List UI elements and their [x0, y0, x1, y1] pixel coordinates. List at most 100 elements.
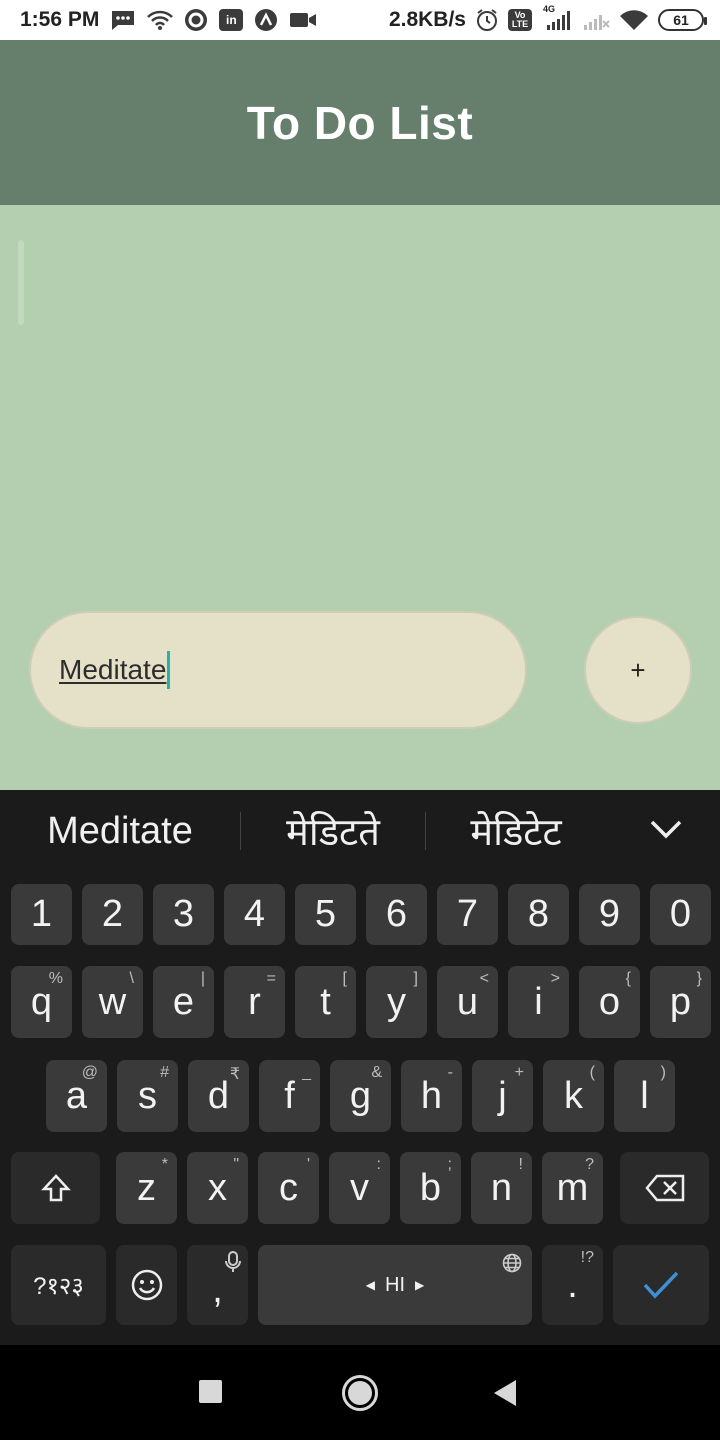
key-s-hint: #	[160, 1064, 169, 1081]
key-y-hint: ]	[413, 970, 418, 987]
comma-label: ,	[212, 1268, 223, 1311]
space-key[interactable]: ◀ HI ▶	[258, 1245, 532, 1325]
key-t[interactable]: t[	[295, 966, 356, 1038]
signal-4g-icon: 4G	[541, 4, 573, 32]
key-5-label: 5	[314, 893, 337, 935]
backspace-icon	[644, 1174, 684, 1202]
key-o[interactable]: o{	[579, 966, 640, 1038]
add-todo-button[interactable]: +	[584, 616, 692, 724]
period-hint: !?	[580, 1249, 594, 1266]
key-y-label: y	[387, 980, 406, 1023]
key-b-hint: ;	[447, 1156, 452, 1173]
key-0[interactable]: 0	[650, 884, 711, 945]
app-a-icon	[254, 8, 278, 32]
signal-4g-label: 4G	[543, 4, 556, 14]
key-4-label: 4	[243, 893, 266, 935]
alarm-icon	[475, 8, 499, 32]
key-v[interactable]: v:	[329, 1152, 390, 1224]
key-j[interactable]: j +	[472, 1060, 533, 1132]
key-1[interactable]: 1	[11, 884, 72, 945]
key-u[interactable]: u <	[437, 966, 498, 1038]
suggestion-1[interactable]: Meditate	[0, 810, 240, 853]
key-s-label: s	[138, 1074, 157, 1117]
key-c-hint: '	[306, 1156, 310, 1173]
key-n-label: n	[490, 1166, 513, 1209]
key-w-hint: \	[129, 970, 134, 987]
backspace-key[interactable]	[620, 1152, 709, 1224]
todo-list-area: Meditate +	[0, 205, 720, 790]
key-6-label: 6	[385, 893, 408, 935]
key-p-label: p	[669, 980, 692, 1023]
key-2[interactable]: 2	[82, 884, 143, 945]
comma-key[interactable]: ,	[187, 1245, 248, 1325]
chevron-down-icon[interactable]	[646, 812, 686, 848]
symbols-key[interactable]: ?१२३	[11, 1245, 106, 1325]
key-m[interactable]: m?	[542, 1152, 603, 1224]
video-camera-icon	[289, 8, 317, 32]
key-i-label: i	[534, 980, 543, 1023]
key-e-label: e	[172, 980, 195, 1023]
key-k[interactable]: k(	[543, 1060, 604, 1132]
key-6[interactable]: 6	[366, 884, 427, 945]
key-b[interactable]: b;	[400, 1152, 461, 1224]
key-4[interactable]: 4	[224, 884, 285, 945]
key-c[interactable]: c '	[258, 1152, 319, 1224]
text-cursor	[167, 651, 171, 689]
key-x[interactable]: x "	[187, 1152, 248, 1224]
key-9-label: 9	[598, 893, 621, 935]
key-e[interactable]: e |	[153, 966, 214, 1038]
message-icon	[110, 8, 136, 32]
todo-input-field[interactable]: Meditate	[29, 611, 527, 729]
globe-icon	[502, 1253, 522, 1273]
key-y[interactable]: y]	[366, 966, 427, 1038]
suggestion-3[interactable]: मेडिटेट	[426, 805, 606, 857]
key-9[interactable]: 9	[579, 884, 640, 945]
key-3[interactable]: 3	[153, 884, 214, 945]
key-8[interactable]: 8	[508, 884, 569, 945]
key-a[interactable]: a @	[46, 1060, 107, 1132]
key-z[interactable]: z *	[116, 1152, 177, 1224]
key-r[interactable]: r =	[224, 966, 285, 1038]
key-w[interactable]: w \	[82, 966, 143, 1038]
key-l[interactable]: l)	[614, 1060, 675, 1132]
key-x-label: x	[208, 1166, 227, 1209]
key-p[interactable]: p}	[650, 966, 711, 1038]
key-r-label: r	[248, 980, 261, 1023]
key-s[interactable]: s #	[117, 1060, 178, 1132]
key-i[interactable]: i >	[508, 966, 569, 1038]
key-k-label: k	[564, 1074, 583, 1117]
volte-icon: Vo LTE	[508, 9, 532, 31]
key-n[interactable]: n!	[471, 1152, 532, 1224]
linkedin-icon: in	[219, 9, 244, 31]
back-button[interactable]	[494, 1380, 516, 1406]
enter-key[interactable]	[613, 1245, 709, 1325]
suggestion-2[interactable]: मेडिटते	[241, 805, 425, 857]
todo-input-value[interactable]: Meditate	[59, 654, 166, 686]
key-e-hint: |	[200, 970, 205, 987]
key-n-hint: !	[518, 1156, 523, 1173]
key-5[interactable]: 5	[295, 884, 356, 945]
key-d[interactable]: d ₹	[188, 1060, 249, 1132]
home-button[interactable]	[342, 1375, 378, 1411]
emoji-key[interactable]	[116, 1245, 177, 1325]
key-h[interactable]: h-	[401, 1060, 462, 1132]
space-language-label: HI	[385, 1273, 405, 1296]
key-7[interactable]: 7	[437, 884, 498, 945]
key-t-label: t	[320, 980, 331, 1023]
space-right-arrow-icon: ▶	[415, 1278, 425, 1292]
key-q[interactable]: q%	[11, 966, 72, 1038]
key-f-label: f	[284, 1074, 295, 1117]
key-l-hint: )	[660, 1064, 666, 1081]
key-j-label: j	[498, 1074, 507, 1117]
key-d-label: d	[207, 1074, 230, 1117]
key-g[interactable]: g &	[330, 1060, 391, 1132]
checkmark-icon	[643, 1271, 679, 1299]
shift-arrow-icon	[40, 1174, 71, 1202]
signal-empty-icon	[582, 8, 610, 32]
recents-button[interactable]	[199, 1380, 222, 1403]
shift-key[interactable]	[11, 1152, 100, 1224]
key-c-label: c	[279, 1166, 298, 1209]
key-f[interactable]: f _	[259, 1060, 320, 1132]
period-key[interactable]: . !?	[542, 1245, 603, 1325]
key-o-label: o	[598, 980, 621, 1023]
